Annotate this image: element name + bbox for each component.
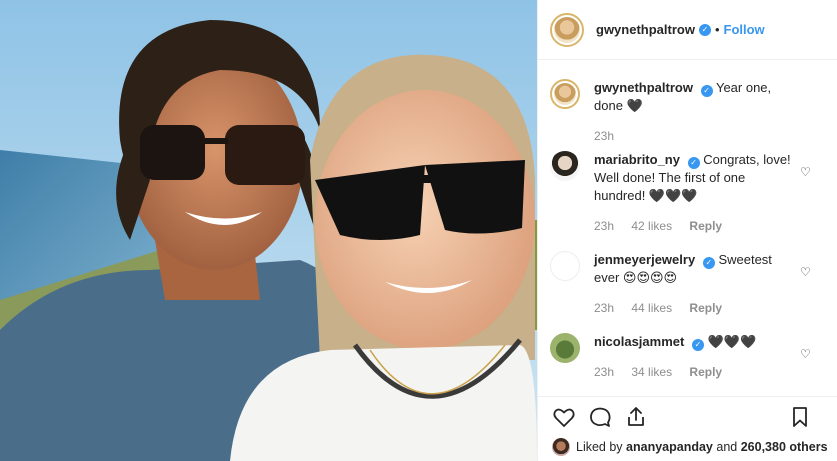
comment-like-icon[interactable]: ♡ [800,347,812,361]
verified-badge-icon: ✓ [687,157,700,169]
comment-like-icon[interactable]: ♡ [800,265,812,279]
comment-time[interactable]: 23h [594,301,614,315]
comment-time[interactable]: 23h [594,365,614,379]
reply-button[interactable]: Reply [689,219,722,233]
selfie-image [0,0,537,461]
comments-list[interactable]: gwynethpaltrow ✓ Year one, done 🖤 23h ma… [538,61,837,396]
comment-likes[interactable]: 34 likes [631,365,672,379]
comment-likes[interactable]: 42 likes [631,219,672,233]
comment-like-icon[interactable]: ♡ [800,165,812,179]
share-upload-icon[interactable] [624,405,648,429]
comment-time[interactable]: 23h [594,129,614,143]
heart-icon[interactable] [552,405,576,429]
liker-avatar[interactable] [552,438,570,456]
comment-time[interactable]: 23h [594,219,614,233]
comment-item: nicolasjammet ✓ 🖤🖤🖤 23h 34 likes Reply ♡ [550,333,826,381]
post-actions-bar [538,396,837,436]
likes-others[interactable]: 260,380 others [741,440,828,454]
comment-avatar[interactable] [550,151,580,181]
likes-conj: and [716,440,738,454]
verified-badge-icon: ✓ [698,23,711,36]
comment-item: mariabrito_ny ✓ Congrats, love! Well don… [550,151,826,235]
likes-prefix: Liked by [576,440,623,454]
comment-likes[interactable]: 44 likes [631,301,672,315]
comment-username[interactable]: mariabrito_ny [594,152,680,167]
post-sidebar: gwynethpaltrow ✓ • Follow gwynethpaltrow… [537,0,837,461]
verified-badge-icon: ✓ [702,257,715,269]
follow-button[interactable]: Follow [724,22,765,37]
reply-button[interactable]: Reply [689,365,722,379]
comment-avatar[interactable] [550,251,580,281]
comment-bubble-icon[interactable] [588,405,612,429]
post-header: gwynethpaltrow ✓ • Follow [538,0,837,60]
likes-summary: Liked by ananyapanday and 260,380 others [552,436,829,458]
verified-badge-icon: ✓ [700,85,713,97]
comment-username[interactable]: gwynethpaltrow [594,80,693,95]
comment-avatar[interactable] [550,79,580,109]
caption: gwynethpaltrow ✓ Year one, done 🖤 23h [550,79,826,145]
bookmark-icon[interactable] [788,405,812,429]
comment-item: jenmeyerjewelry ✓ Sweetest ever 😍😍😍😍 23h… [550,251,826,317]
reply-button[interactable]: Reply [689,301,722,315]
comment-text: 🖤🖤🖤 [707,334,757,349]
comment-username[interactable]: jenmeyerjewelry [594,252,695,267]
comment-avatar[interactable] [550,333,580,363]
header-separator: • [714,22,720,37]
verified-badge-icon: ✓ [691,339,704,351]
author-avatar[interactable] [550,12,584,47]
post-photo[interactable] [0,0,537,461]
liker-username[interactable]: ananyapanday [626,440,713,454]
comment-username[interactable]: nicolasjammet [594,334,684,349]
author-username[interactable]: gwynethpaltrow [596,22,695,37]
